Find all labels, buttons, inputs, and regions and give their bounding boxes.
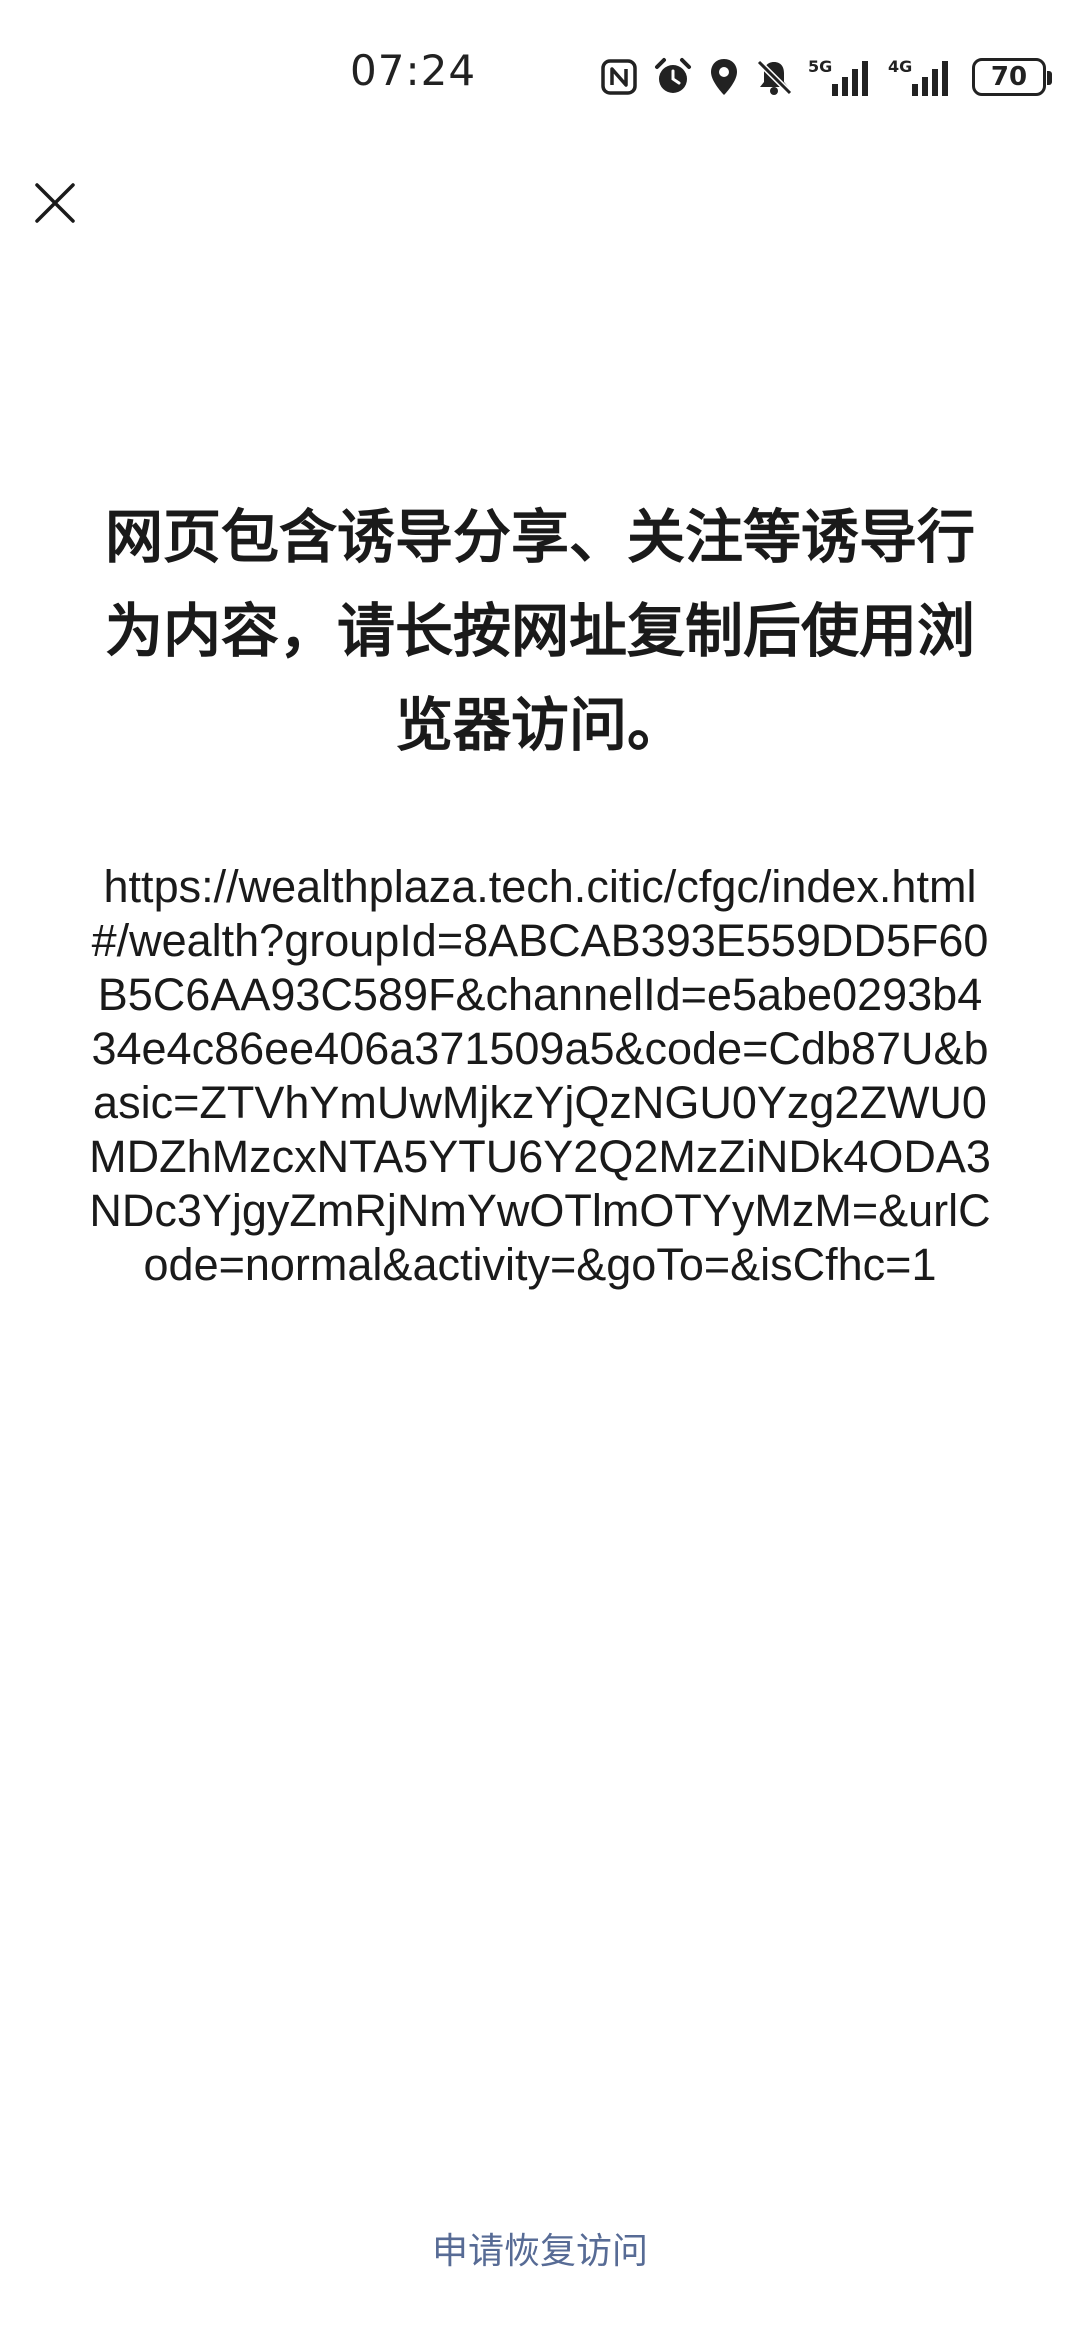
signal-4g-icon: 4G xyxy=(888,56,954,98)
close-icon xyxy=(35,183,75,223)
status-bar: 07:24 5G 4G 70 xyxy=(0,0,1080,150)
blocked-url[interactable]: https://wealthplaza.tech.citic/cfgc/inde… xyxy=(86,860,994,1292)
status-time: 07:24 xyxy=(350,46,477,95)
location-icon xyxy=(708,57,740,97)
appeal-restore-link[interactable]: 申请恢复访问 xyxy=(0,2222,1080,2274)
mute-icon xyxy=(754,57,794,97)
svg-text:5G: 5G xyxy=(808,57,832,76)
nfc-icon xyxy=(600,58,638,96)
page: 07:24 5G 4G 70 网页包含诱导分享、关注等诱导行为内容，请长按网址复… xyxy=(0,0,1080,2340)
battery-level: 70 xyxy=(990,62,1028,92)
svg-text:4G: 4G xyxy=(888,57,912,76)
close-button[interactable] xyxy=(28,176,82,230)
battery-icon: 70 xyxy=(972,58,1052,96)
warning-message: 网页包含诱导分享、关注等诱导行为内容，请长按网址复制后使用浏览器访问。 xyxy=(104,503,975,759)
status-icons: 5G 4G 70 xyxy=(600,52,1052,102)
alarm-icon xyxy=(652,56,694,98)
signal-5g-icon: 5G xyxy=(808,56,874,98)
